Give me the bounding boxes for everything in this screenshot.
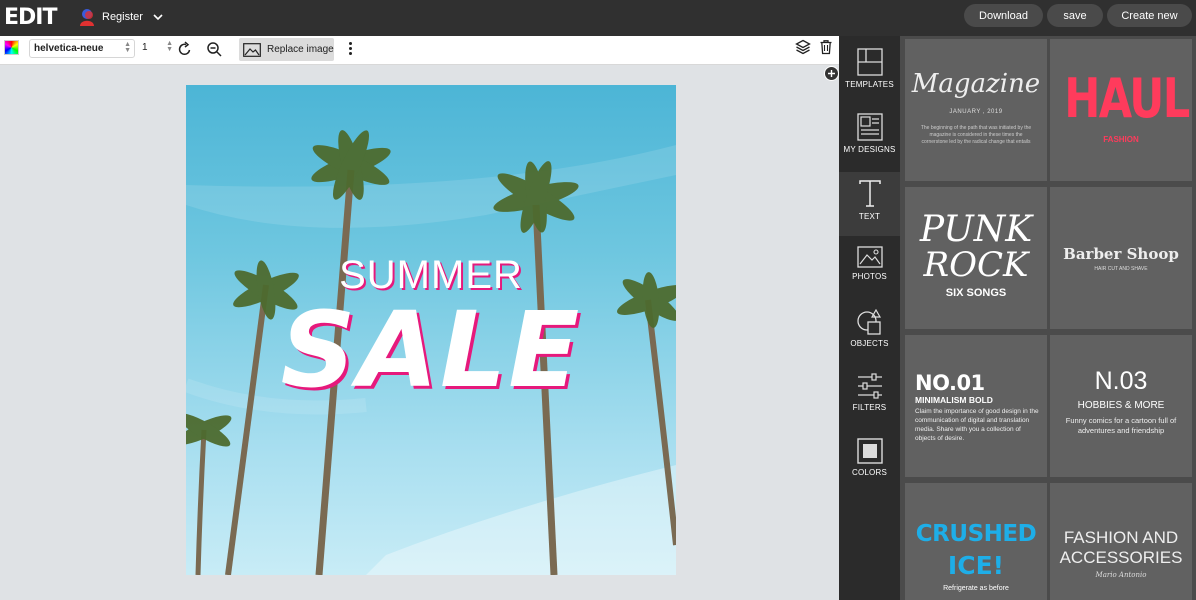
font-size-arrows-icon: ▲ ▼ bbox=[166, 40, 173, 53]
filters-icon bbox=[857, 373, 882, 399]
sidebar-item-text[interactable]: TEXT bbox=[839, 172, 900, 236]
layers-icon[interactable] bbox=[795, 39, 811, 55]
template-card-haul[interactable]: HAUL FASHION bbox=[1050, 39, 1192, 181]
barber-title: Barber Shoop bbox=[1063, 245, 1179, 263]
sidebar-item-filters[interactable]: FILTERS bbox=[839, 373, 900, 437]
template-card-no01[interactable]: NO.01 MINIMALISM BOLD Claim the importan… bbox=[905, 335, 1047, 477]
template-card-barber-shop[interactable]: Barber Shoop HAIR CUT AND SHAVE bbox=[1050, 187, 1192, 329]
punk-subtitle: SIX SONGS bbox=[945, 287, 1007, 299]
photos-icon bbox=[856, 246, 883, 268]
sidebar-item-photos[interactable]: PHOTOS bbox=[839, 246, 900, 310]
sale-text[interactable]: SALE bbox=[186, 291, 676, 409]
n03-subtitle: HOBBIES & MORE bbox=[1077, 400, 1165, 411]
more-options-icon[interactable] bbox=[344, 40, 356, 58]
add-element-button[interactable] bbox=[824, 66, 839, 81]
edit-toolbar: helvetica-neue ▲ ▼ 1 ▲ ▼ Replace image bbox=[0, 36, 839, 65]
no01-subtitle: MINIMALISM BOLD bbox=[915, 395, 993, 405]
replace-image-label: Replace image bbox=[267, 44, 334, 55]
magazine-date: JANUARY , 2019 bbox=[949, 109, 1003, 115]
sidebar-label-filters: FILTERS bbox=[852, 403, 887, 412]
chevron-down-icon bbox=[153, 14, 163, 21]
font-family-select[interactable]: helvetica-neue ▲ ▼ bbox=[29, 39, 135, 58]
create-new-button[interactable]: Create new bbox=[1107, 4, 1192, 27]
templates-icon bbox=[856, 48, 883, 76]
font-size-value: 1 bbox=[142, 42, 148, 53]
register-label: Register bbox=[102, 11, 143, 23]
trash-icon[interactable] bbox=[818, 39, 834, 55]
image-icon bbox=[243, 42, 261, 57]
app-logo: EDIT bbox=[4, 5, 57, 30]
design-canvas[interactable]: SUMMER SALE bbox=[186, 85, 676, 575]
text-icon bbox=[858, 180, 881, 207]
template-card-crushed-ice[interactable]: CRUSHED ICE! Refrigerate as before bbox=[905, 483, 1047, 600]
crushed-line-1: CRUSHED bbox=[915, 521, 1037, 547]
tools-sidebar: TEMPLATES MY DESIGNS TEXT PHOTOS OBJECTS bbox=[839, 36, 900, 600]
template-card-fashion[interactable]: FASHION AND ACCESSORIES Mario Antonio bbox=[1050, 483, 1192, 600]
text-color-picker[interactable] bbox=[4, 40, 19, 55]
colors-icon bbox=[856, 438, 883, 464]
zoom-out-icon[interactable] bbox=[206, 41, 222, 57]
sidebar-item-templates[interactable]: TEMPLATES bbox=[839, 48, 900, 112]
my-designs-icon bbox=[856, 113, 883, 141]
magazine-body: The beginning of the path that was initi… bbox=[920, 125, 1032, 145]
n03-title: N.03 bbox=[1094, 367, 1148, 395]
save-button[interactable]: save bbox=[1047, 4, 1103, 27]
fashion-line-2: ACCESSORIES bbox=[1059, 548, 1183, 567]
n03-body: Funny comics for a cartoon full of adven… bbox=[1065, 416, 1177, 435]
replace-image-button[interactable]: Replace image bbox=[239, 38, 334, 61]
no01-title: NO.01 bbox=[915, 371, 985, 395]
template-card-magazine[interactable]: Magazine JANUARY , 2019 The beginning of… bbox=[905, 39, 1047, 181]
sidebar-item-colors[interactable]: COLORS bbox=[839, 438, 900, 502]
magazine-title: Magazine bbox=[911, 69, 1041, 99]
sidebar-item-objects[interactable]: OBJECTS bbox=[839, 309, 900, 373]
template-card-punk-rock[interactable]: PUNK ROCK SIX SONGS bbox=[905, 187, 1047, 329]
haul-title: HAUL bbox=[1064, 67, 1190, 130]
crushed-subtitle: Refrigerate as before bbox=[943, 585, 1009, 592]
fashion-line-1: FASHION AND bbox=[1063, 528, 1179, 547]
plus-icon bbox=[828, 70, 835, 77]
fashion-signature: Mario Antonio bbox=[1095, 571, 1147, 579]
barber-subtitle: HAIR CUT AND SHAVE bbox=[1094, 266, 1148, 272]
sidebar-label-photos: PHOTOS bbox=[852, 272, 887, 281]
objects-icon bbox=[856, 309, 881, 335]
sidebar-label-my-designs: MY DESIGNS bbox=[843, 145, 896, 154]
no01-body: Claim the importance of good design in t… bbox=[915, 408, 1039, 442]
sidebar-label-templates: TEMPLATES bbox=[845, 80, 894, 89]
font-size-stepper[interactable]: 1 ▲ ▼ bbox=[139, 39, 175, 58]
font-select-arrows-icon: ▲ ▼ bbox=[124, 41, 131, 54]
sidebar-item-my-designs[interactable]: MY DESIGNS bbox=[839, 113, 900, 177]
sidebar-label-objects: OBJECTS bbox=[850, 339, 889, 348]
download-button[interactable]: Download bbox=[964, 4, 1043, 27]
text-templates-panel: Magazine JANUARY , 2019 The beginning of… bbox=[900, 36, 1196, 600]
rotate-icon[interactable] bbox=[177, 41, 193, 57]
punk-line-1: PUNK bbox=[919, 209, 1033, 250]
sidebar-label-colors: COLORS bbox=[852, 468, 887, 477]
punk-line-2: ROCK bbox=[923, 245, 1029, 285]
template-card-n03[interactable]: N.03 HOBBIES & MORE Funny comics for a c… bbox=[1050, 335, 1192, 477]
font-family-value: helvetica-neue bbox=[34, 43, 104, 54]
sidebar-label-text: TEXT bbox=[858, 212, 881, 221]
top-bar: EDIT Register Download save Create new bbox=[0, 0, 1196, 36]
user-icon bbox=[80, 9, 94, 26]
haul-subtitle: FASHION bbox=[1103, 135, 1139, 144]
register-menu[interactable]: Register bbox=[78, 6, 163, 28]
crushed-line-2: ICE! bbox=[947, 551, 1005, 580]
